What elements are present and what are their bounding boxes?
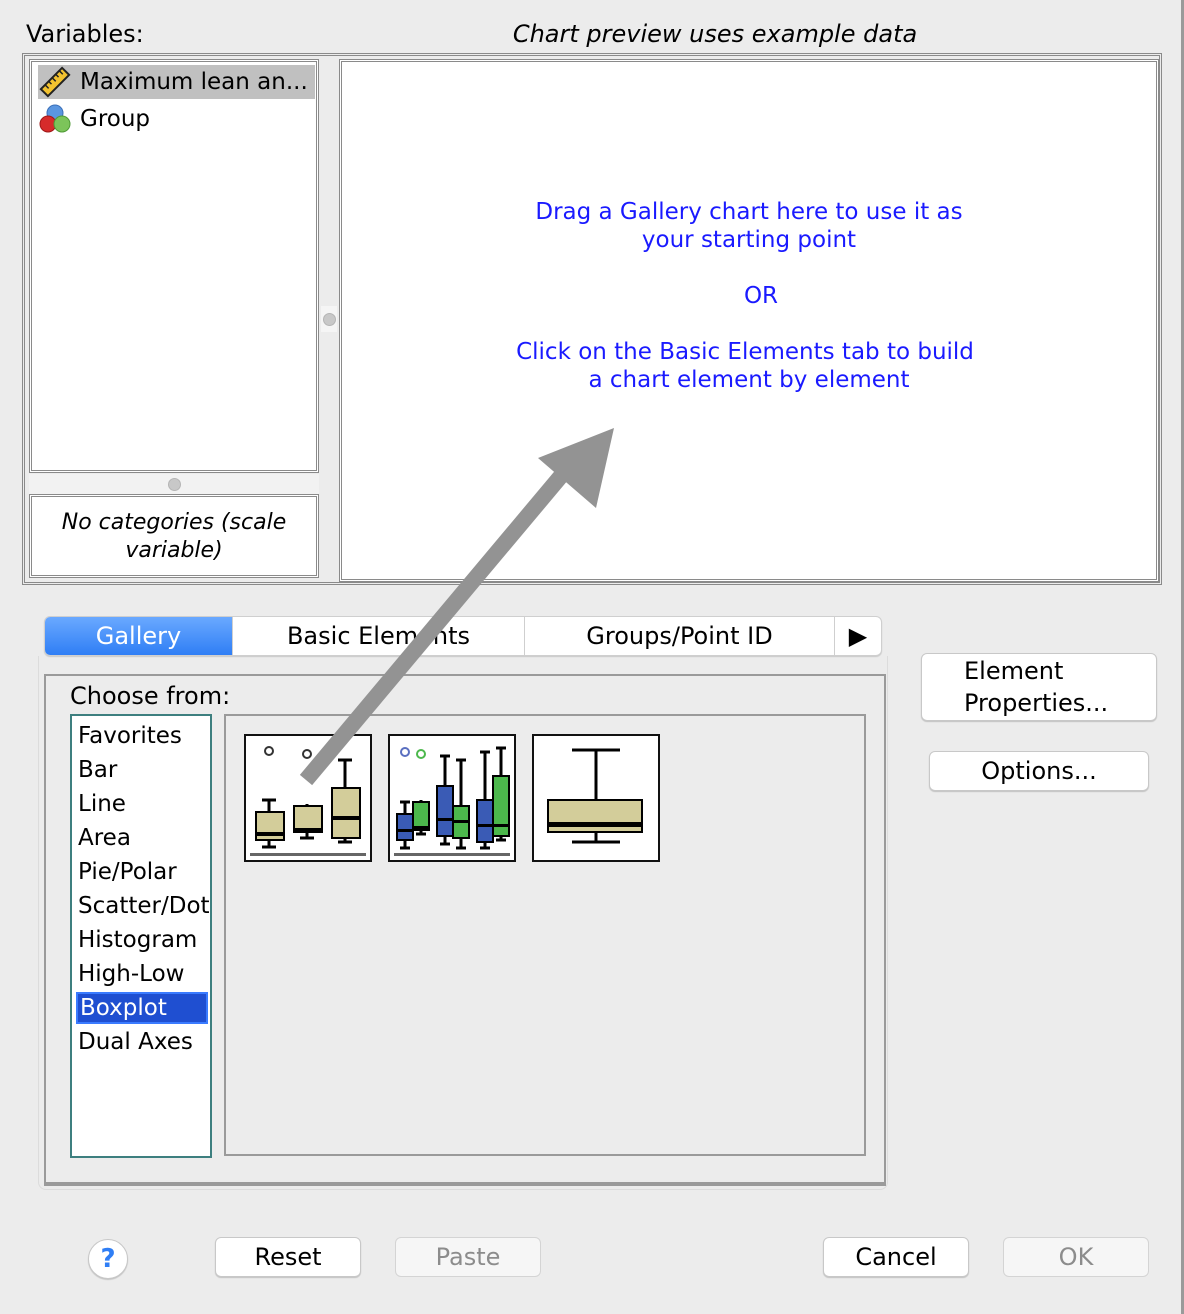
variables-label: Variables: bbox=[26, 20, 144, 48]
tab-bar: Gallery Basic Elements Groups/Point ID ▶ bbox=[44, 616, 882, 656]
categories-text: variable) bbox=[125, 538, 223, 563]
splitter-handle-icon[interactable] bbox=[323, 313, 336, 326]
chart-type-boxplot[interactable]: Boxplot bbox=[76, 992, 208, 1024]
variables-list[interactable]: Maximum lean an... Group bbox=[29, 59, 319, 473]
element-properties-label: Properties... bbox=[964, 689, 1109, 717]
element-properties-button[interactable]: Element Properties... bbox=[921, 653, 1157, 721]
paste-button[interactable]: Paste bbox=[395, 1237, 541, 1277]
cancel-button[interactable]: Cancel bbox=[823, 1237, 969, 1277]
tab-scroll-right-icon[interactable]: ▶ bbox=[835, 617, 881, 655]
chart-type-favorites[interactable]: Favorites bbox=[76, 720, 208, 752]
ok-button[interactable]: OK bbox=[1003, 1237, 1149, 1277]
vertical-splitter[interactable] bbox=[321, 306, 337, 332]
nominal-circles-icon bbox=[38, 102, 72, 136]
window-left-edge bbox=[0, 0, 3, 1314]
chart-type-scatter-dot[interactable]: Scatter/Dot bbox=[76, 890, 210, 922]
categories-text: No categories (scale bbox=[61, 510, 287, 535]
options-button[interactable]: Options... bbox=[929, 751, 1149, 791]
preview-hint: Click on the Basic Elements tab to build bbox=[516, 339, 974, 365]
simple-boxplot-icon bbox=[250, 746, 366, 856]
element-properties-label: Element bbox=[964, 657, 1064, 685]
chart-type-histogram[interactable]: Histogram bbox=[76, 924, 208, 956]
preview-hint-or: OR bbox=[743, 283, 779, 309]
chart-type-high-low[interactable]: High-Low bbox=[76, 958, 208, 990]
preview-hint: Drag a Gallery chart here to use it as bbox=[535, 199, 963, 225]
variable-item-group[interactable]: Group bbox=[38, 102, 150, 136]
tab-gallery[interactable]: Gallery bbox=[45, 617, 233, 655]
reset-button[interactable]: Reset bbox=[215, 1237, 361, 1277]
1d-boxplot-icon bbox=[547, 748, 643, 844]
splitter-handle-icon[interactable] bbox=[168, 478, 181, 491]
preview-hint: your starting point bbox=[641, 227, 857, 253]
chart-type-list[interactable]: Favorites Bar Line Area Pie/Polar Scatte… bbox=[70, 714, 212, 1158]
chart-type-bar[interactable]: Bar bbox=[76, 754, 208, 786]
chart-type-dual-axes[interactable]: Dual Axes bbox=[76, 1026, 208, 1058]
horizontal-splitter[interactable] bbox=[29, 474, 319, 494]
help-button[interactable]: ? bbox=[88, 1239, 128, 1279]
clustered-boxplot-icon bbox=[394, 746, 510, 856]
tab-groups-point-id[interactable]: Groups/Point ID bbox=[525, 617, 835, 655]
categories-box: No categories (scale variable) bbox=[29, 494, 319, 578]
thumbnail-clustered-boxplot[interactable] bbox=[388, 734, 516, 862]
thumbnail-1d-boxplot[interactable] bbox=[532, 734, 660, 862]
variable-item-maximum-lean[interactable]: Maximum lean an... bbox=[38, 65, 315, 99]
scale-ruler-icon bbox=[38, 65, 72, 99]
preview-hint: a chart element by element bbox=[588, 367, 910, 393]
chart-type-line[interactable]: Line bbox=[76, 788, 208, 820]
variable-name: Group bbox=[80, 106, 151, 132]
chart-type-pie-polar[interactable]: Pie/Polar bbox=[76, 856, 208, 888]
chart-preview-canvas[interactable]: Drag a Gallery chart here to use it as y… bbox=[339, 59, 1159, 582]
preview-label: Chart preview uses example data bbox=[512, 20, 918, 48]
chart-type-area[interactable]: Area bbox=[76, 822, 208, 854]
choose-from-label: Choose from: bbox=[70, 682, 231, 710]
tab-basic-elements[interactable]: Basic Elements bbox=[233, 617, 525, 655]
thumbnail-simple-boxplot[interactable] bbox=[244, 734, 372, 862]
variable-name: Maximum lean an... bbox=[80, 69, 308, 95]
